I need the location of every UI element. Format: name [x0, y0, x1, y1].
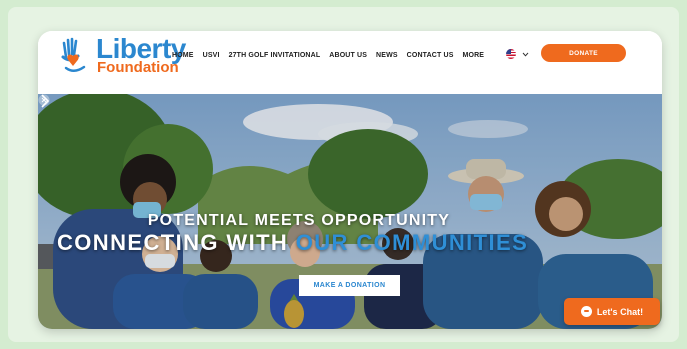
make-donation-button[interactable]: MAKE A DONATION: [299, 275, 400, 296]
nav-about-us[interactable]: ABOUT US: [329, 52, 367, 59]
hero-headline-accent: OUR COMMUNITIES: [295, 230, 529, 255]
chat-bubble-icon: [580, 306, 592, 317]
chevron-down-icon: [522, 52, 529, 57]
hero-banner: POTENTIAL MEETS OPPORTUNITY CONNECTING W…: [38, 94, 662, 329]
hero-tagline: POTENTIAL MEETS OPPORTUNITY: [147, 212, 451, 229]
nav-home[interactable]: HOME: [172, 52, 194, 59]
site-header: Liberty Foundation HOME USVI 27TH GOLF I…: [38, 31, 662, 94]
us-flag-icon: [506, 49, 516, 59]
language-selector[interactable]: [506, 48, 529, 60]
chat-label: Let's Chat!: [596, 306, 644, 317]
main-nav: HOME USVI 27TH GOLF INVITATIONAL ABOUT U…: [172, 49, 484, 61]
hero-headline-white: CONNECTING WITH: [57, 230, 296, 255]
nav-contact-us[interactable]: CONTACT US: [407, 52, 454, 59]
expand-icon[interactable]: [38, 94, 50, 106]
lets-chat-button[interactable]: Let's Chat!: [564, 298, 660, 325]
logo-subtitle: Foundation: [97, 59, 179, 76]
nav-more[interactable]: MORE: [463, 52, 485, 59]
nav-news[interactable]: NEWS: [376, 52, 398, 59]
site-window: Liberty Foundation HOME USVI 27TH GOLF I…: [38, 31, 662, 329]
nav-golf-invitational[interactable]: 27TH GOLF INVITATIONAL: [229, 52, 321, 59]
hands-heart-icon: [61, 37, 86, 72]
hero-headline: CONNECTING WITH OUR COMMUNITIES: [57, 230, 528, 256]
donate-button[interactable]: DONATE: [541, 44, 626, 62]
nav-usvi[interactable]: USVI: [203, 52, 220, 59]
